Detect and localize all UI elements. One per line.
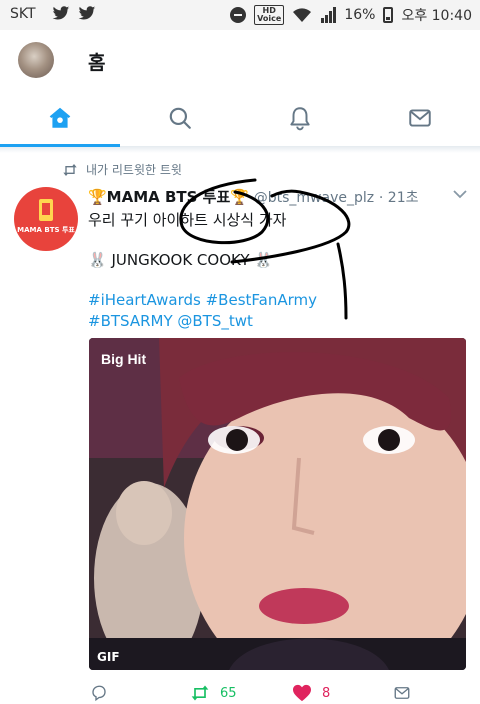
author-handle[interactable]: @bts_mwave_plz xyxy=(254,190,374,206)
drink-icon xyxy=(39,199,53,221)
twitter-notification-icon xyxy=(78,6,96,20)
profile-avatar[interactable] xyxy=(18,42,54,78)
envelope-icon xyxy=(394,687,410,699)
tweet-hashtags[interactable]: #BTSARMY @BTS_twt xyxy=(88,312,253,330)
share-button[interactable] xyxy=(392,684,412,702)
signal-icon xyxy=(321,7,337,23)
twitter-notification-icon xyxy=(52,6,70,20)
gif-image: Big Hit xyxy=(89,338,466,670)
battery-icon xyxy=(383,7,394,23)
retweet-icon xyxy=(191,685,209,701)
author-name[interactable]: 🏆MAMA BTS 투표🏆 xyxy=(88,188,249,206)
tweet-header: 🏆MAMA BTS 투표🏆 @bts_mwave_plz · 21초 xyxy=(88,186,419,207)
like-count: 8 xyxy=(322,685,331,701)
tab-home[interactable] xyxy=(0,90,120,147)
retweet-context: 내가 리트윗한 트윗 xyxy=(62,161,182,178)
bell-icon xyxy=(290,107,310,131)
envelope-icon xyxy=(409,109,431,127)
search-icon xyxy=(169,107,191,129)
wifi-icon xyxy=(293,8,312,22)
gif-badge: GIF xyxy=(97,650,120,664)
reply-icon xyxy=(92,685,106,702)
retweet-count: 65 xyxy=(220,685,237,701)
do-not-disturb-icon xyxy=(230,7,247,23)
tab-search[interactable] xyxy=(120,90,240,146)
tab-messages[interactable] xyxy=(360,90,480,146)
tweet-author-avatar[interactable]: MAMA BTS 투표 xyxy=(14,187,78,251)
retweet-small-icon xyxy=(63,163,77,176)
chevron-down-icon[interactable] xyxy=(452,188,468,200)
avatar-text: MAMA BTS 투표 xyxy=(17,226,75,234)
like-button[interactable]: 8 xyxy=(292,684,330,702)
retweet-context-label: 내가 리트윗한 트윗 xyxy=(86,163,182,177)
page-title: 홈 xyxy=(88,52,106,74)
battery-percent: 16% xyxy=(344,7,376,23)
tweet-text-line: 🐰 JUNGKOOK COOKY 🐰 xyxy=(88,251,273,269)
clock: 오후 10:40 xyxy=(401,8,472,24)
tab-bar xyxy=(0,90,480,147)
tweet-hashtags[interactable]: #iHeartAwards #BestFanArmy xyxy=(88,291,317,309)
tweet-actions: 65 8 xyxy=(0,684,480,704)
home-icon xyxy=(49,107,71,128)
heart-icon xyxy=(293,684,311,702)
svg-text:Big Hit: Big Hit xyxy=(101,351,146,367)
tab-notifications[interactable] xyxy=(240,90,360,146)
carrier-label: SKT xyxy=(10,6,36,22)
hd-voice-icon: HD Voice xyxy=(254,5,285,25)
reply-button[interactable] xyxy=(90,684,108,702)
tweet-time: · 21초 xyxy=(378,190,419,206)
status-bar: SKT HD Voice 16% 오후 10:40 xyxy=(0,0,480,30)
tweet-media[interactable]: Big Hit GIF xyxy=(89,338,466,670)
app-header: 홈 xyxy=(0,30,480,90)
tweet-text-line: 우리 꾸기 아이하트 시상식 가자 xyxy=(88,211,287,229)
retweet-button[interactable]: 65 xyxy=(190,684,237,702)
header-shadow xyxy=(0,147,480,153)
